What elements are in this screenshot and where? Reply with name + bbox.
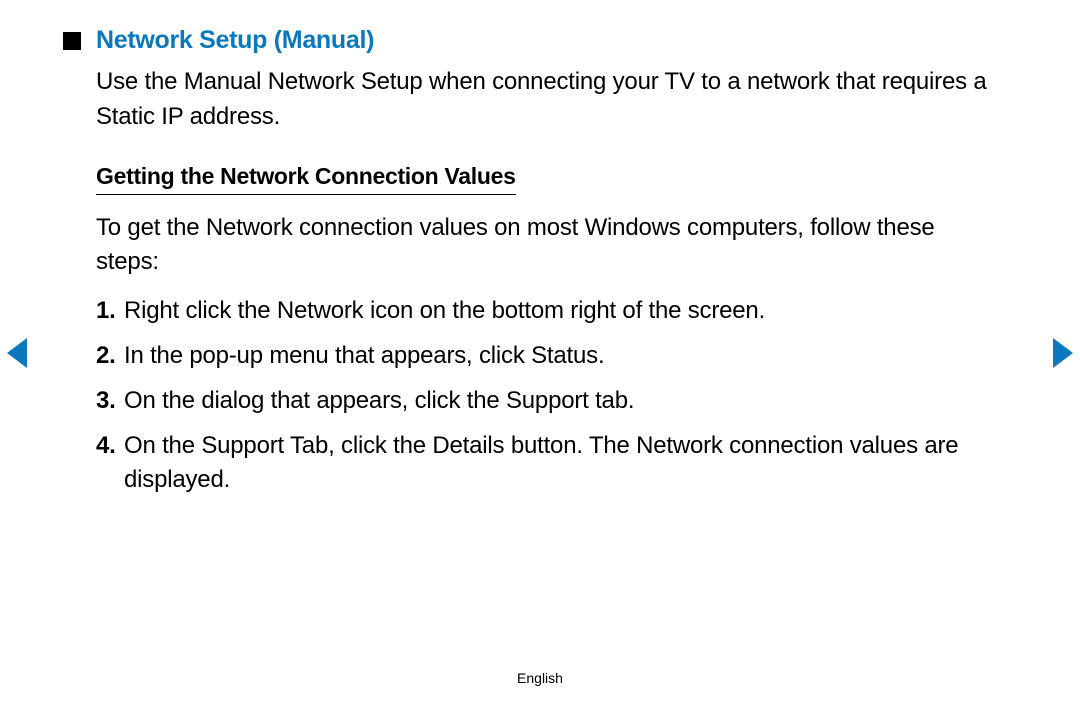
step-item: Right click the Network icon on the bott… xyxy=(96,294,990,329)
footer-language: English xyxy=(0,670,1080,686)
steps-list: Right click the Network icon on the bott… xyxy=(96,294,990,498)
subsection-title: Getting the Network Connection Values xyxy=(96,163,516,195)
document-content: Network Setup (Manual) Use the Manual Ne… xyxy=(0,0,1080,498)
next-page-arrow[interactable] xyxy=(1053,338,1073,368)
section-header: Network Setup (Manual) xyxy=(63,26,990,55)
section-intro-text: Use the Manual Network Setup when connec… xyxy=(96,65,990,135)
section-title: Network Setup (Manual) xyxy=(96,26,374,55)
subsection-intro-text: To get the Network connection values on … xyxy=(96,211,990,281)
step-item: In the pop-up menu that appears, click S… xyxy=(96,339,990,374)
square-bullet-icon xyxy=(63,32,81,50)
previous-page-arrow[interactable] xyxy=(7,338,27,368)
step-item: On the Support Tab, click the Details bu… xyxy=(96,429,990,499)
step-item: On the dialog that appears, click the Su… xyxy=(96,384,990,419)
